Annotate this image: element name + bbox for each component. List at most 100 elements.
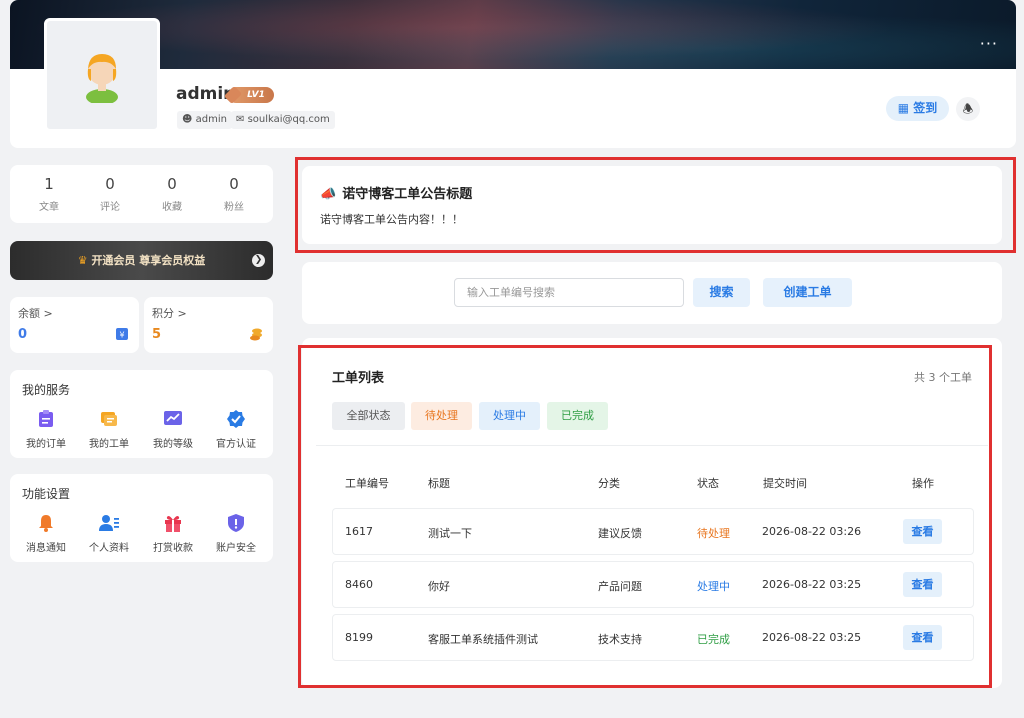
ticket-status: 处理中 [697,580,730,593]
profile-icon [79,512,139,534]
checkin-button[interactable]: ▦ 签到 [886,96,949,121]
setting-profile[interactable]: 个人资料 [79,512,139,554]
ticket-category: 建议反馈 [598,527,642,540]
ticket-list-title: 工单列表 [332,371,385,386]
setting-notifications[interactable]: 消息通知 [16,512,76,554]
table-row[interactable]: 8460 你好 产品问题 处理中 2026-08-22 03:25 查看 [332,561,974,608]
verified-icon [206,408,266,430]
bell-icon [16,512,76,534]
vip-label: 开通会员 尊享会员权益 [91,254,206,267]
stat-comments[interactable]: 0 评论 [80,175,140,213]
view-ticket-button[interactable]: 查看 [903,625,942,650]
user-tag: ☻ admin [177,111,232,129]
vip-banner[interactable]: ♛ 开通会员 尊享会员权益 ❯ [10,241,273,280]
stat-articles[interactable]: 1 文章 [19,175,79,213]
megaphone-icon: 📣 [320,187,337,202]
svg-text:¥: ¥ [119,331,124,340]
filter-processing[interactable]: 处理中 [479,402,540,430]
more-menu-icon[interactable]: ··· [980,36,998,52]
service-label: 官方认证 [216,439,256,450]
user-icon: ☻ [182,114,196,125]
column-header: 操作 [912,477,934,490]
table-row[interactable]: 1617 测试一下 建议反馈 待处理 2026-08-22 03:26 查看 [332,508,974,555]
chevron-right-icon: ❯ [252,254,265,267]
table-row[interactable]: 8199 客服工单系统插件测试 技术支持 已完成 2026-08-22 03:2… [332,614,974,661]
stat-followers[interactable]: 0 粉丝 [204,175,264,213]
points-title: 积分 > [152,307,187,320]
setting-security[interactable]: 账户安全 [206,512,266,554]
filter-completed[interactable]: 已完成 [547,402,608,430]
ticket-title: 测试一下 [428,527,472,540]
level-icon [143,408,203,430]
ticket-search-input[interactable] [454,278,684,307]
view-ticket-button[interactable]: 查看 [903,572,942,597]
ticket-category: 产品问题 [598,580,642,593]
stat-label: 文章 [39,202,59,213]
announcement-title: 诺守博客工单公告标题 [342,187,473,202]
service-label: 我的订单 [26,439,66,450]
service-my-orders[interactable]: 我的订单 [16,408,76,450]
ticket-id: 8460 [345,578,373,591]
balance-title: 余额 > [18,307,53,320]
ticket-category: 技术支持 [598,633,642,646]
balance-card[interactable]: 余额 > 0 ¥ [10,297,139,353]
ticket-count: 共 3 个工单 [914,371,972,384]
ticket-title: 你好 [428,580,450,593]
ticket-icon [79,408,139,430]
coins-icon [249,327,263,344]
ticket-id: 8199 [345,631,373,644]
create-ticket-button[interactable]: 创建工单 [763,278,852,307]
email-tag-label: soulkai@qq.com [247,114,330,125]
services-title: 我的服务 [22,383,71,397]
ticket-id: 1617 [345,525,373,538]
filter-all[interactable]: 全部状态 [332,402,405,430]
filter-pending[interactable]: 待处理 [411,402,472,430]
ticket-title: 客服工单系统插件测试 [428,633,538,646]
profile-banner: ··· [10,0,1016,69]
points-value: 5 [152,327,162,342]
wallet-icon: ¥ [115,327,129,344]
ticket-search-card: 搜索 创建工单 [302,262,1002,324]
column-header: 分类 [598,477,620,490]
stat-value: 0 [167,175,177,193]
ticket-status: 待处理 [697,527,730,540]
stat-favorites[interactable]: 0 收藏 [142,175,202,213]
service-verified[interactable]: 官方认证 [206,408,266,450]
stat-label: 粉丝 [224,202,244,213]
setting-label: 消息通知 [26,543,66,554]
search-button[interactable]: 搜索 [693,278,750,307]
column-header: 标题 [428,477,450,490]
service-my-tickets[interactable]: 我的工单 [79,408,139,450]
user-tag-label: admin [195,114,227,125]
column-header: 工单编号 [345,477,389,490]
announcement-content: 诺守博客工单公告内容！！！ [320,213,463,226]
ticket-time: 2026-08-22 03:26 [762,525,862,538]
points-card[interactable]: 积分 > 5 [144,297,273,353]
ticket-time: 2026-08-22 03:25 [762,631,862,644]
column-header: 状态 [697,477,719,490]
stat-label: 收藏 [162,202,182,213]
view-ticket-button[interactable]: 查看 [903,519,942,544]
calendar-icon: ▦ [897,101,914,115]
settings-title: 功能设置 [22,487,71,501]
notification-bell-icon[interactable]: 🕭 [956,97,980,121]
order-icon [16,408,76,430]
level-badge: LV1 [228,87,274,103]
ticket-list-card: 工单列表 共 3 个工单 全部状态 待处理 处理中 已完成 工单编号 标题 分类… [302,338,1002,688]
divider [316,445,988,446]
shield-icon [206,512,266,534]
service-my-level[interactable]: 我的等级 [143,408,203,450]
setting-label: 个人资料 [89,543,129,554]
email-tag: ✉ soulkai@qq.com [231,111,335,129]
profile-card: ··· admin LV1 ☻ admin ✉ soulkai@qq.com ▦… [10,0,1016,148]
stat-value: 1 [44,175,54,193]
gift-icon [143,512,203,534]
mail-icon: ✉ [236,114,248,125]
setting-rewards[interactable]: 打赏收款 [143,512,203,554]
avatar[interactable] [44,18,160,132]
announcement-card: 📣 诺守博客工单公告标题 诺守博客工单公告内容！！！ [302,166,1002,244]
ticket-status: 已完成 [697,633,730,646]
setting-label: 账户安全 [216,543,256,554]
stat-value: 0 [105,175,115,193]
function-settings-card: 功能设置 消息通知 个人资料 打赏收款 账户安全 [10,474,273,562]
